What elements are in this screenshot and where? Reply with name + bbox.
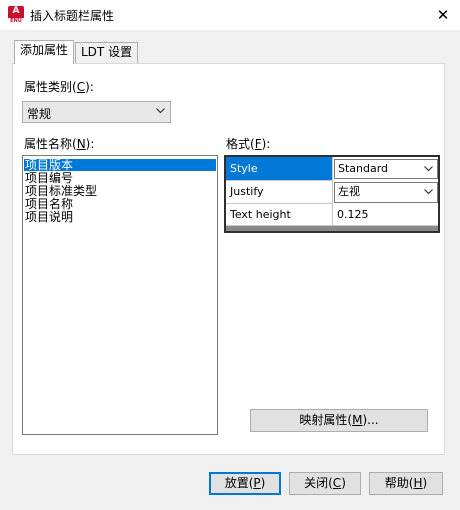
- list-item[interactable]: 项目名称: [24, 198, 216, 210]
- format-property-grid: Style Standard Justify 左视 Text height 0.…: [224, 155, 440, 233]
- prop-name-justify[interactable]: Justify: [226, 181, 333, 204]
- app-icon-letter: A: [12, 6, 20, 16]
- style-dropdown[interactable]: Standard: [334, 159, 438, 179]
- attribute-name-list[interactable]: 项目版本 项目编号 项目标准类型 项目名称 项目说明: [22, 155, 218, 435]
- prop-name-text-height[interactable]: Text height: [226, 204, 333, 226]
- app-icon-sub: ENU: [8, 18, 24, 24]
- chevron-down-icon: [156, 108, 165, 116]
- close-window-button[interactable]: ✕: [428, 2, 458, 28]
- category-label: 属性类别(C):: [24, 80, 94, 94]
- grid-footer: [226, 226, 438, 231]
- list-item[interactable]: 项目标准类型: [24, 185, 216, 197]
- list-item[interactable]: 项目版本: [24, 159, 216, 171]
- help-button[interactable]: 帮助(H): [369, 472, 443, 495]
- chevron-down-icon: [424, 189, 433, 197]
- list-item[interactable]: 项目编号: [24, 172, 216, 184]
- justify-value: 左视: [338, 185, 360, 198]
- close-button[interactable]: 关闭(C): [289, 472, 361, 495]
- map-attributes-button[interactable]: 映射属性(M)...: [250, 409, 428, 432]
- text-height-value[interactable]: 0.125: [333, 204, 438, 226]
- justify-dropdown[interactable]: 左视: [334, 182, 438, 203]
- tab-ldt-settings[interactable]: LDT 设置: [75, 42, 139, 63]
- list-item[interactable]: 项目说明: [24, 211, 216, 223]
- category-value: 常规: [27, 107, 52, 121]
- format-label: 格式(F):: [226, 137, 271, 151]
- window-title: 插入标题栏属性: [30, 9, 115, 23]
- category-dropdown[interactable]: 常规: [22, 101, 171, 123]
- place-button[interactable]: 放置(P): [209, 472, 281, 495]
- prop-name-style[interactable]: Style: [226, 157, 333, 181]
- autocad-app-icon: A ENU: [8, 6, 24, 24]
- chevron-down-icon: [424, 166, 433, 174]
- names-label: 属性名称(N):: [24, 137, 95, 151]
- style-value: Standard: [338, 162, 389, 175]
- tab-add-attributes[interactable]: 添加属性: [14, 40, 75, 64]
